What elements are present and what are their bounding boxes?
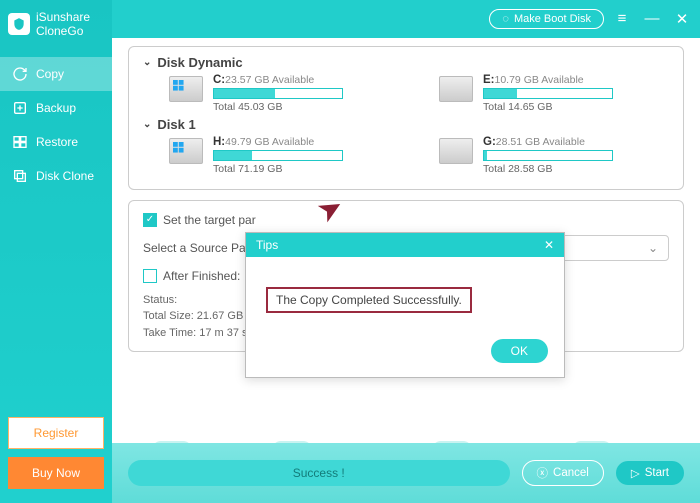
titlebar: ◌ Make Boot Disk ≡ — ✕ — [112, 0, 700, 38]
nav-diskclone[interactable]: Disk Clone — [0, 159, 112, 193]
start-button[interactable]: ▷Start — [616, 461, 684, 485]
select-source-label: Select a Source Part — [143, 241, 253, 255]
copy-icon — [12, 66, 28, 82]
chevron-down-icon: ⌄ — [143, 57, 151, 68]
tips-dialog: Tips ✕ The Copy Completed Successfully. … — [245, 232, 565, 378]
disk-1-header[interactable]: ⌄Disk 1 — [143, 117, 669, 132]
sidebar: iSunshareCloneGo Copy Backup Restore Dis… — [0, 0, 112, 503]
partition-g[interactable]: G:28.51 GB Available Total 28.58 GB — [439, 136, 649, 175]
nav-restore[interactable]: Restore — [0, 125, 112, 159]
chevron-down-icon: ⌄ — [143, 119, 151, 130]
nav-copy[interactable]: Copy — [0, 57, 112, 91]
footer-bar: Success ! ⓧCancel ▷Start — [112, 443, 700, 503]
dialog-title: Tips — [256, 238, 278, 252]
make-boot-disk-button[interactable]: ◌ Make Boot Disk — [489, 9, 604, 29]
disk-list-card: ⌄Disk Dynamic C:23.57 GB Available Total… — [128, 46, 684, 190]
drive-icon — [439, 138, 473, 164]
diskclone-icon — [12, 168, 28, 184]
close-icon: ⓧ — [537, 465, 549, 481]
restore-icon — [12, 134, 28, 150]
disk-dynamic-header[interactable]: ⌄Disk Dynamic — [143, 55, 669, 70]
play-icon: ▷ — [631, 466, 640, 480]
ok-button[interactable]: OK — [491, 339, 548, 363]
set-target-checkbox[interactable]: ✓ Set the target par — [143, 213, 256, 227]
logo-icon — [8, 13, 30, 35]
dialog-close-button[interactable]: ✕ — [544, 238, 554, 252]
after-finished-checkbox[interactable]: After Finished: — [143, 269, 240, 283]
dialog-message: The Copy Completed Successfully. — [266, 287, 472, 313]
cancel-button[interactable]: ⓧCancel — [522, 460, 604, 486]
drive-icon — [169, 138, 203, 164]
chevron-down-icon: ⌄ — [648, 241, 658, 255]
minimize-button[interactable]: — — [644, 10, 660, 28]
partition-h[interactable]: H:49.79 GB Available Total 71.19 GB — [169, 136, 379, 175]
drive-icon — [169, 76, 203, 102]
partition-e[interactable]: E:10.79 GB Available Total 14.65 GB — [439, 74, 649, 113]
app-logo: iSunshareCloneGo — [0, 0, 112, 49]
partition-c[interactable]: C:23.57 GB Available Total 45.03 GB — [169, 74, 379, 113]
drive-icon — [439, 76, 473, 102]
checkbox-icon: ✓ — [143, 213, 157, 227]
nav-backup[interactable]: Backup — [0, 91, 112, 125]
download-icon: ◌ — [502, 13, 509, 25]
progress-bar: Success ! — [128, 460, 510, 486]
menu-icon[interactable]: ≡ — [614, 10, 630, 28]
close-button[interactable]: ✕ — [674, 10, 690, 28]
checkbox-icon — [143, 269, 157, 283]
register-button[interactable]: Register — [8, 417, 104, 449]
buy-now-button[interactable]: Buy Now — [8, 457, 104, 489]
backup-icon — [12, 100, 28, 116]
